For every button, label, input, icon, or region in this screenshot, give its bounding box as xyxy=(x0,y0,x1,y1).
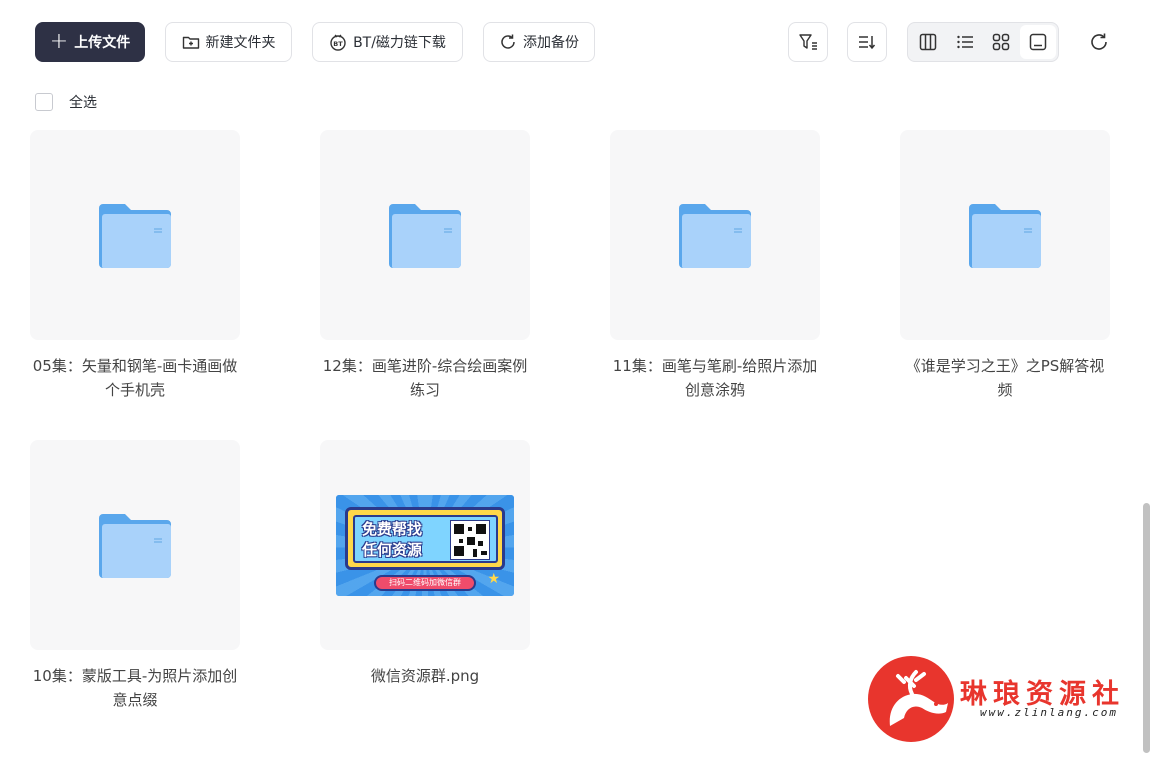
select-all[interactable]: 全选 xyxy=(35,92,97,112)
view-list-option[interactable] xyxy=(947,25,984,59)
bt-download-label: BT/磁力链下载 xyxy=(353,35,446,51)
file-thumbnail[interactable] xyxy=(610,130,820,340)
list-icon xyxy=(957,35,973,49)
add-backup-label: 添加备份 xyxy=(523,35,579,51)
watermark-url: www.zlinlang.com xyxy=(980,706,1118,719)
select-all-checkbox[interactable] xyxy=(35,93,53,111)
star-icon: ★ xyxy=(487,570,500,587)
file-thumbnail[interactable]: 免费帮找 任何资源 扫码二维码加微信群 ★ xyxy=(320,440,530,650)
promo-headline: 免费帮找 任何资源 xyxy=(362,519,423,559)
file-thumbnail[interactable] xyxy=(900,130,1110,340)
new-folder-button[interactable]: 新建文件夹 xyxy=(165,22,292,62)
bt-download-button[interactable]: BT BT/磁力链下载 xyxy=(312,22,463,62)
view-columns-option[interactable] xyxy=(910,25,947,59)
file-name[interactable]: 《谁是学习之王》之PS解答视频 xyxy=(900,354,1110,402)
file-name[interactable]: 微信资源群.png xyxy=(320,664,530,688)
large-thumbnail-icon xyxy=(1029,33,1046,51)
upload-label: 上传文件 xyxy=(74,35,131,51)
view-grid-option[interactable] xyxy=(983,25,1020,59)
grid-icon xyxy=(993,33,1010,51)
sort-icon xyxy=(859,36,876,50)
select-all-label: 全选 xyxy=(69,95,97,111)
file-thumbnail[interactable] xyxy=(30,440,240,650)
plus-icon: + xyxy=(49,29,69,54)
folder-icon xyxy=(969,204,1041,268)
file-card[interactable]: 11集：画笔与笔刷-给照片添加创意涂鸦 xyxy=(610,130,820,402)
bt-icon: BT xyxy=(329,33,347,51)
watermark: 琳琅资源社 www.zlinlang.com xyxy=(868,656,1138,746)
folder-icon xyxy=(99,204,171,268)
sync-icon xyxy=(499,33,517,51)
image-preview: 免费帮找 任何资源 扫码二维码加微信群 ★ xyxy=(336,494,514,596)
file-card[interactable]: 05集：矢量和钢笔-画卡通画做个手机壳 xyxy=(30,130,240,402)
file-card[interactable]: 10集：蒙版工具-为照片添加创意点缀 xyxy=(30,440,240,712)
folder-icon xyxy=(679,204,751,268)
svg-text:BT: BT xyxy=(333,40,343,48)
file-name[interactable]: 05集：矢量和钢笔-画卡通画做个手机壳 xyxy=(30,354,240,402)
qr-code-icon xyxy=(450,519,490,560)
deer-logo-icon xyxy=(868,656,954,742)
columns-icon xyxy=(920,33,937,51)
file-thumbnail[interactable] xyxy=(320,130,530,340)
file-name[interactable]: 10集：蒙版工具-为照片添加创意点缀 xyxy=(30,664,240,712)
view-large-option[interactable] xyxy=(1019,25,1056,59)
promo-button: 扫码二维码加微信群 xyxy=(374,574,476,591)
filter-button[interactable] xyxy=(788,22,828,62)
folder-icon xyxy=(389,204,461,268)
file-thumbnail[interactable] xyxy=(30,130,240,340)
refresh-button[interactable] xyxy=(1079,22,1119,62)
scrollbar[interactable] xyxy=(1143,503,1150,753)
file-name[interactable]: 11集：画笔与笔刷-给照片添加创意涂鸦 xyxy=(610,354,820,402)
file-card[interactable]: 《谁是学习之王》之PS解答视频 xyxy=(900,130,1110,402)
filter-icon xyxy=(799,34,817,50)
new-folder-label: 新建文件夹 xyxy=(205,35,276,51)
file-card[interactable]: 12集：画笔进阶-综合绘画案例练习 xyxy=(320,130,530,402)
folder-plus-icon xyxy=(182,33,200,51)
folder-icon xyxy=(99,514,171,578)
sort-button[interactable] xyxy=(847,22,887,62)
add-backup-button[interactable]: 添加备份 xyxy=(483,22,595,62)
upload-button[interactable]: + 上传文件 xyxy=(35,22,145,62)
file-name[interactable]: 12集：画笔进阶-综合绘画案例练习 xyxy=(320,354,530,402)
toolbar: + 上传文件 新建文件夹 BT BT/磁力链下载 添加备份 xyxy=(35,22,1154,62)
view-switcher xyxy=(907,22,1059,62)
file-card[interactable]: 免费帮找 任何资源 扫码二维码加微信群 ★ 微信资源群.png xyxy=(320,440,530,688)
refresh-icon xyxy=(1091,33,1107,50)
